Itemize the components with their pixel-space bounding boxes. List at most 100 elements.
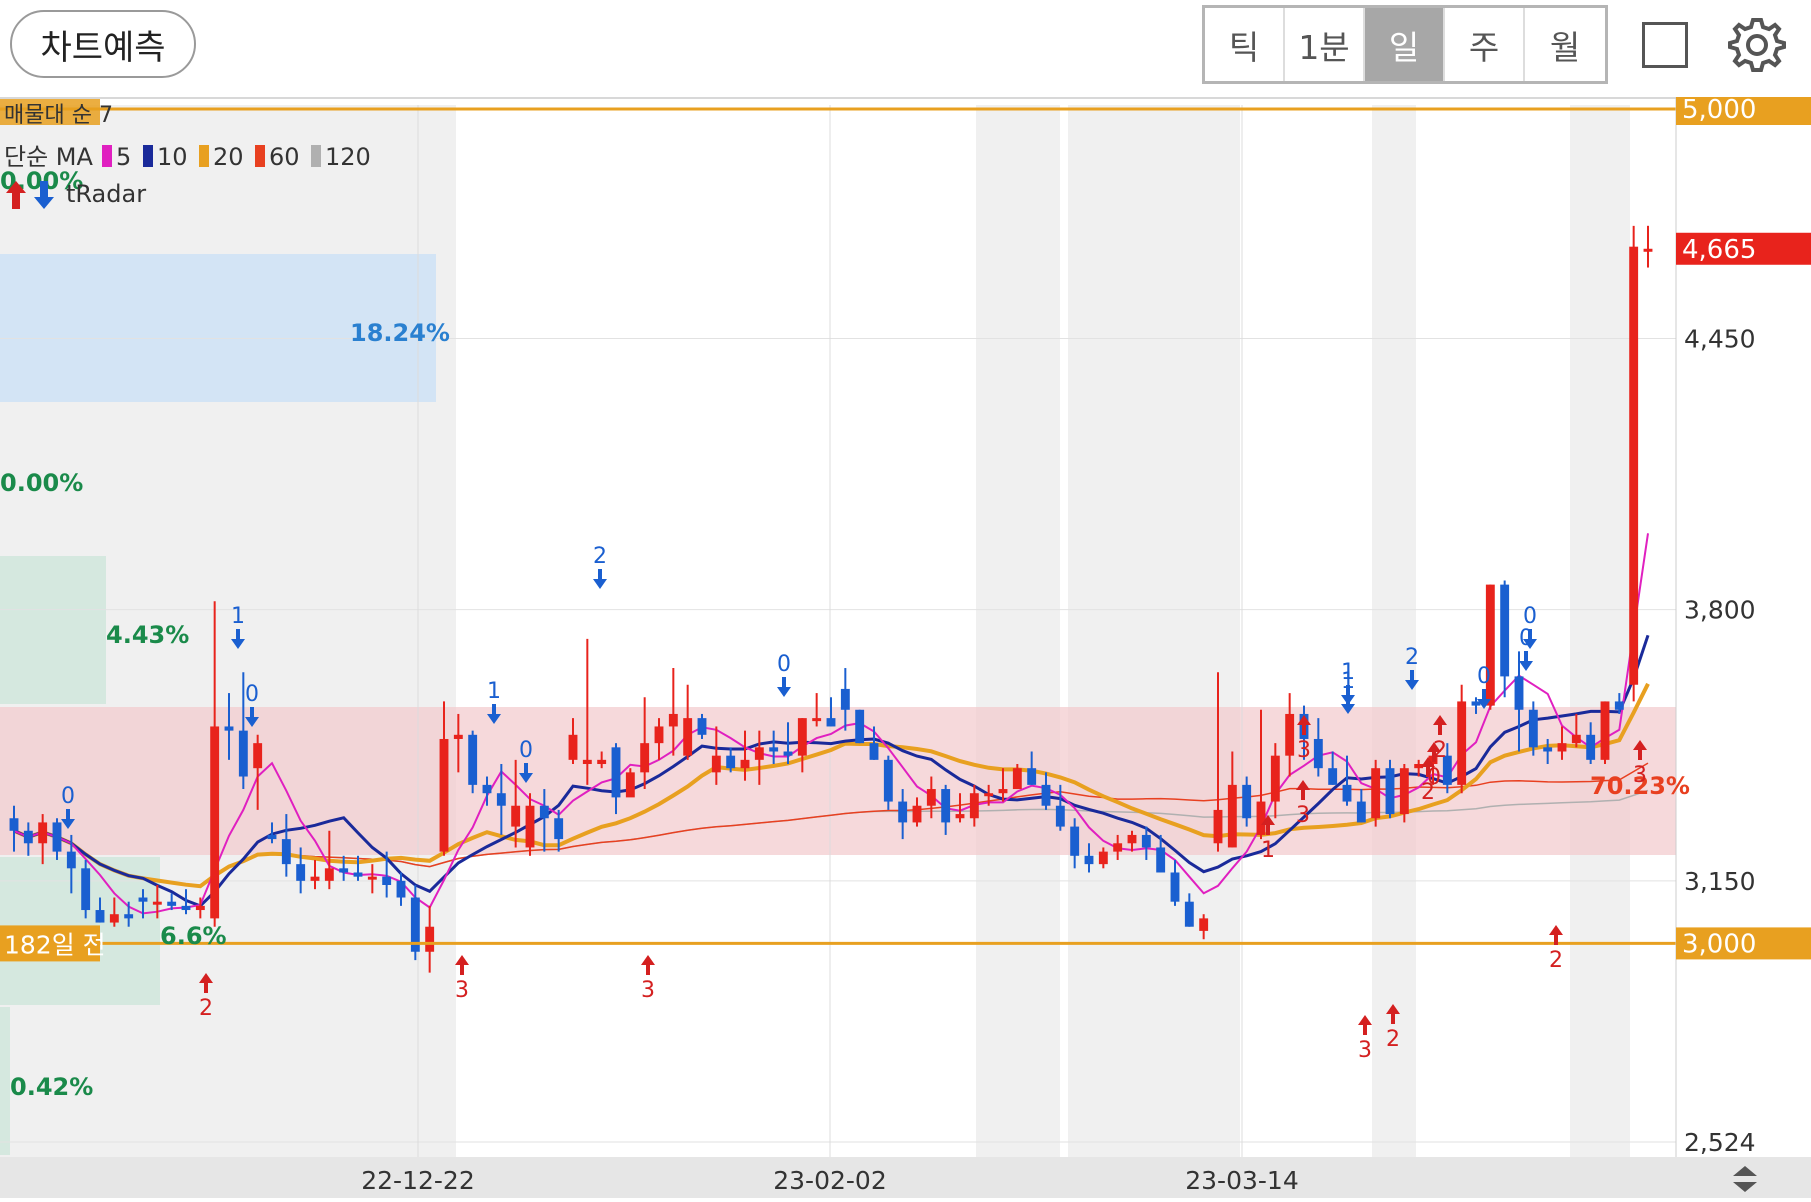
chart-predict-button[interactable]: 차트예측 [10, 10, 196, 78]
candle-body [296, 864, 306, 881]
candle-body [611, 747, 621, 798]
candle-body [1543, 747, 1553, 752]
candle-body [1629, 246, 1639, 685]
period-tick[interactable]: 틱 [1205, 8, 1285, 81]
gear-icon[interactable] [1727, 14, 1787, 74]
signal-label: 3 [1296, 803, 1310, 828]
candle-body [568, 734, 578, 760]
candle-body [1227, 784, 1237, 848]
candle-body [597, 759, 607, 765]
candle-body [1041, 784, 1051, 806]
fullscreen-square-icon[interactable] [1642, 22, 1688, 68]
candle-body [740, 759, 750, 769]
candle-body [1184, 901, 1194, 927]
candle-body [640, 743, 650, 773]
candle-body [482, 784, 492, 794]
period-week[interactable]: 주 [1445, 8, 1525, 81]
zone-percent-label: 0.00% [0, 469, 83, 497]
candle-body [382, 876, 392, 886]
candle-body [1027, 768, 1037, 785]
signal-label: 3 [1358, 1038, 1372, 1063]
candle-body [1356, 801, 1366, 823]
signal-label: 2 [1433, 738, 1447, 763]
volume-profile-box [0, 556, 106, 704]
candle-body [1084, 855, 1094, 865]
candle-body [66, 851, 76, 869]
y-tick-label: 2,524 [1684, 1128, 1756, 1157]
signal-label: 3 [1297, 738, 1311, 763]
month-band [1068, 105, 1240, 1157]
candle-body [984, 793, 994, 797]
candle-body [1571, 734, 1581, 744]
candle-body [210, 726, 220, 919]
x-tick-label: 23-02-02 [773, 1166, 886, 1195]
signal-label: 2 [1386, 1027, 1400, 1052]
candle-body [81, 868, 91, 911]
candle-body [511, 805, 521, 827]
candle-body [425, 926, 435, 952]
candle-body [697, 718, 707, 735]
candle-body [23, 830, 33, 844]
candle-body [840, 688, 850, 710]
candle-body [238, 730, 248, 777]
candle-body [654, 726, 664, 744]
candle-body [109, 914, 119, 923]
period-selector: 틱 1분 일 주 월 [1202, 5, 1608, 84]
candle-body [1313, 738, 1323, 769]
candle-body [1285, 713, 1295, 756]
candle-body [1213, 809, 1223, 844]
signal-label: 0 [1519, 626, 1533, 651]
candle-body [1256, 801, 1266, 835]
signal-label: 2 [593, 544, 607, 569]
candle-body [1385, 768, 1395, 815]
tradar-legend: tRadar [66, 180, 146, 208]
signal-label: 2 [199, 996, 213, 1021]
signal-label: 1 [1341, 669, 1355, 694]
candle-body [439, 738, 449, 852]
chart-area[interactable]: 4,450 3,800 3,150 2,524 5,000 3,000 4,665 182일 … [0, 93, 1811, 1198]
candle-body [1156, 847, 1166, 873]
candle-body [52, 822, 62, 852]
candle-body [1600, 701, 1610, 760]
candle-body [582, 759, 592, 765]
candle-body [9, 818, 19, 831]
candle-body [1528, 709, 1538, 748]
candle-body [1514, 676, 1524, 710]
candle-body [453, 734, 463, 739]
period-month[interactable]: 월 [1525, 8, 1605, 81]
candle-body [683, 718, 693, 756]
candle-body [1342, 784, 1352, 802]
candle-body [797, 718, 807, 756]
signal-label: 1 [487, 679, 501, 704]
volume-profile-legend: 매물대 순 7 [4, 103, 113, 128]
signal-label: 1 [1261, 838, 1275, 863]
candle-body [353, 872, 363, 877]
candle-body [195, 905, 205, 911]
candle-body [1170, 872, 1180, 902]
y-tick-label: 4,450 [1684, 324, 1756, 353]
signal-label: 2 [1421, 780, 1435, 805]
period-day[interactable]: 일 [1365, 8, 1445, 81]
candle-body [668, 713, 678, 727]
candlestick-chart[interactable]: 4,450 3,800 3,150 2,524 5,000 3,000 4,665 182일 … [0, 93, 1811, 1198]
candle-body [396, 880, 406, 898]
top-toolbar: 차트예측 틱 1분 일 주 월 [0, 0, 1811, 99]
volume-profile-box [0, 1007, 10, 1155]
candle-body [998, 789, 1008, 794]
signal-label: 0 [777, 652, 791, 677]
period-1min[interactable]: 1분 [1285, 8, 1365, 81]
candle-body [783, 751, 793, 756]
zone-percent-label: 0.42% [10, 1073, 93, 1101]
candle-body [812, 718, 822, 722]
candle-body [496, 793, 506, 806]
candle-body [267, 834, 277, 840]
ma-legend-period: 120 [325, 143, 371, 171]
candle-body [1141, 834, 1151, 848]
candle-body [468, 734, 478, 785]
month-band [1372, 105, 1416, 1157]
candle-body [1471, 701, 1481, 706]
candle-body [38, 822, 48, 844]
candle-body [95, 910, 105, 923]
zone-percent-label: 18.24% [350, 319, 450, 347]
candle-body [339, 868, 349, 873]
